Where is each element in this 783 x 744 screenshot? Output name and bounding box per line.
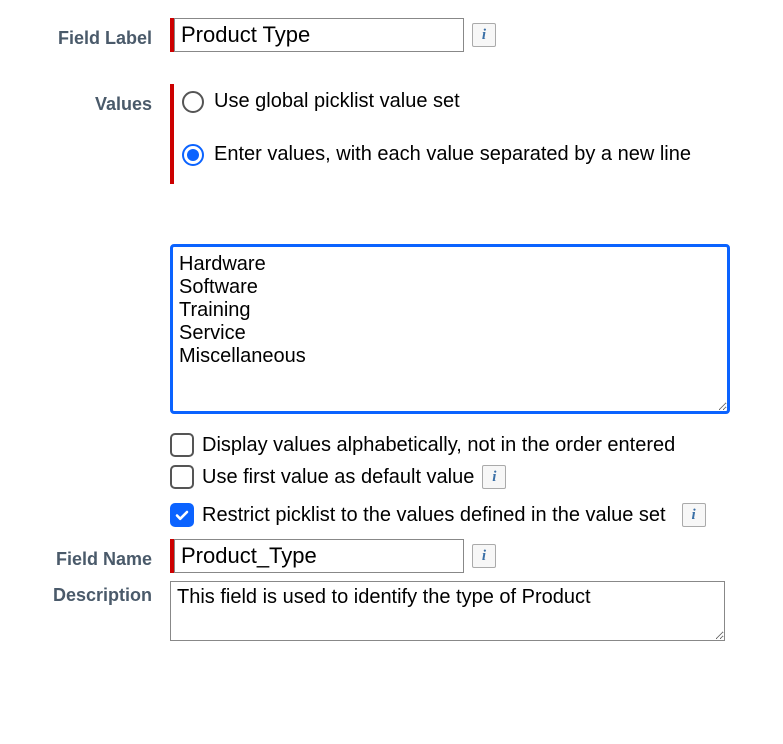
alphabetical-checkbox[interactable]: [170, 433, 194, 457]
info-icon[interactable]: i: [482, 465, 506, 489]
info-icon-glyph: i: [492, 470, 496, 485]
alphabetical-checkbox-label: Display values alphabetically, not in th…: [202, 434, 675, 457]
values-caption: Values: [20, 84, 170, 115]
default-value-checkbox-label: Use first value as default value: [202, 466, 474, 489]
field-name-caption: Field Name: [20, 539, 170, 570]
restrict-values-checkbox-label: Restrict picklist to the values defined …: [202, 504, 666, 527]
field-name-input[interactable]: [174, 539, 464, 573]
values-radio-enter-label: Enter values, with each value separated …: [214, 143, 691, 166]
field-label-input[interactable]: [174, 18, 464, 52]
values-radio-global-label: Use global picklist value set: [214, 90, 460, 113]
info-icon-glyph: i: [482, 549, 486, 564]
default-value-checkbox[interactable]: [170, 465, 194, 489]
values-radio-global[interactable]: [182, 91, 204, 113]
description-textarea[interactable]: [170, 581, 725, 641]
values-radio-enter[interactable]: [182, 144, 204, 166]
restrict-values-checkbox[interactable]: [170, 503, 194, 527]
field-label-caption: Field Label: [20, 18, 170, 49]
info-icon[interactable]: i: [472, 544, 496, 568]
values-textarea[interactable]: [170, 244, 730, 414]
info-icon[interactable]: i: [682, 503, 706, 527]
info-icon[interactable]: i: [472, 23, 496, 47]
info-icon-glyph: i: [691, 508, 695, 523]
info-icon-glyph: i: [482, 28, 486, 43]
description-caption: Description: [20, 581, 170, 606]
